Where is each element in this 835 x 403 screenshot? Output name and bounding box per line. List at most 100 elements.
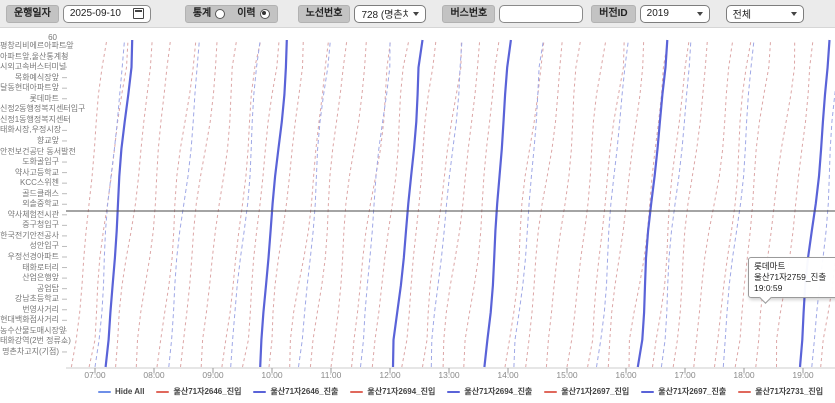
- trip-line-울산71자2646_진입[interactable]: [201, 40, 236, 367]
- legend-item[interactable]: 울산71자2694_진출: [447, 386, 532, 397]
- date-label: 운행일자: [6, 5, 59, 23]
- legend-label: 울산71자2697_진출: [658, 386, 726, 397]
- chevron-down-icon: [697, 12, 703, 16]
- legend-item[interactable]: Hide All: [98, 387, 144, 396]
- trip-line-울산71자2731_진입[interactable]: [608, 40, 643, 367]
- route-select-value: 728 (명촌차고지(2: [361, 6, 408, 21]
- x-axis-time-label: 09:00: [196, 370, 230, 380]
- trip-line-울산71자2759_진출[interactable]: [638, 40, 668, 367]
- date-input[interactable]: 2025-09-10: [63, 5, 151, 23]
- trip-line-울산71자2694_진입[interactable]: [331, 40, 366, 367]
- trip-line-울산71자2646_진입[interactable]: [89, 40, 128, 367]
- bus-number-label: 버스번호: [442, 5, 495, 23]
- stat-radio-label: 통계: [193, 9, 211, 19]
- trip-line-울산71자2759_진출[interactable]: [393, 40, 423, 367]
- trip-line-울산71자2646_진입[interactable]: [756, 40, 795, 367]
- trip-line-울산71자2731_진출[interactable]: [299, 40, 331, 367]
- trip-line-울산71자2694_진입[interactable]: [673, 40, 707, 367]
- legend-item[interactable]: 울산71자2694_진입: [350, 386, 435, 397]
- trip-line-울산71자2731_진입[interactable]: [715, 40, 752, 367]
- tooltip-series: 울산71자2759_진출: [754, 272, 835, 283]
- legend-label: 울산71자2646_진출: [270, 386, 338, 397]
- legend-item[interactable]: 울산71자2646_진출: [253, 386, 338, 397]
- trip-lines: [71, 40, 835, 367]
- bus-number-input[interactable]: [499, 5, 583, 23]
- x-axis-time-label: 14:00: [491, 370, 525, 380]
- hover-tooltip: 롯데마트 울산71자2759_진출 19:0:59: [748, 257, 835, 298]
- trip-line-울산71자2731_진입[interactable]: [269, 40, 303, 367]
- legend-item[interactable]: 울산71자2646_진입: [156, 386, 241, 397]
- y-axis-ticks: [62, 46, 67, 352]
- mode-radio-group: 통계 이력: [185, 5, 278, 23]
- chevron-down-icon: [791, 12, 797, 16]
- trip-line-울산71자2759_진입[interactable]: [526, 40, 563, 367]
- chevron-down-icon: [413, 12, 419, 16]
- trip-line-울산71자2646_진출[interactable]: [661, 40, 691, 367]
- x-axis-time-label: 15:00: [550, 370, 584, 380]
- trip-line-울산71자2731_진입[interactable]: [372, 40, 409, 367]
- bus-operation-history-page: 운행일자 2025-09-10 통계 이력 노선번호 728 (명촌차고지(2 …: [0, 0, 835, 403]
- legend-item[interactable]: 울산71자2731_진입: [738, 386, 823, 397]
- trip-line-울산71자2646_진출[interactable]: [361, 40, 391, 367]
- x-axis-time-label: 17:00: [668, 370, 702, 380]
- legend-label: 울산71자2646_진입: [173, 386, 241, 397]
- trip-line-울산71자2759_진입[interactable]: [181, 40, 218, 367]
- trip-line-울산71자2694_진입[interactable]: [116, 40, 153, 367]
- trip-line-울산71자2697_진입[interactable]: [136, 40, 170, 367]
- tooltip-stop: 롯데마트: [754, 261, 835, 272]
- trip-line-울산71자2697_진출[interactable]: [231, 40, 261, 367]
- legend-label: 울산71자2694_진출: [464, 386, 532, 397]
- trip-line-울산71자2759_진출[interactable]: [800, 40, 830, 367]
- trip-line-울산71자2759_진출[interactable]: [484, 40, 511, 367]
- x-axis-time-label: 16:00: [609, 370, 643, 380]
- trip-line-울산71자2646_진입[interactable]: [423, 40, 462, 367]
- legend-line-icon: [98, 391, 111, 393]
- trip-line-울산71자2697_진입[interactable]: [352, 40, 391, 367]
- trip-line-울산71자2694_진입[interactable]: [443, 40, 480, 367]
- legend-line-icon: [350, 391, 363, 393]
- trip-line-울산71자2697_진출[interactable]: [514, 40, 544, 367]
- date-value: 2025-09-10: [70, 8, 121, 19]
- trip-line-울산71자2694_진출[interactable]: [169, 40, 200, 367]
- scope-select-value: 전체: [733, 6, 751, 21]
- history-radio-label: 이력: [237, 9, 255, 19]
- x-axis-time-label: 10:00: [255, 370, 289, 380]
- stat-radio[interactable]: [215, 9, 225, 19]
- trip-line-울산71자2646_진입[interactable]: [653, 40, 690, 367]
- trip-line-울산71자2694_진입[interactable]: [567, 40, 606, 367]
- legend: Hide All 울산71자2646_진입 울산71자2646_진출 울산71자269…: [0, 386, 835, 397]
- trip-line-울산71자2759_진입[interactable]: [402, 40, 436, 367]
- trip-line-울산71자2759_진출[interactable]: [260, 40, 287, 367]
- legend-label: Hide All: [115, 387, 144, 396]
- trip-line-울산71자2697_진입[interactable]: [588, 40, 625, 367]
- trip-line-울산71자2759_진입[interactable]: [290, 40, 329, 367]
- trip-line-울산71자2694_진출[interactable]: [431, 40, 462, 367]
- legend-line-icon: [738, 391, 751, 393]
- plot-area[interactable]: [0, 28, 835, 380]
- trip-line-울산71자2694_진입[interactable]: [777, 40, 814, 367]
- legend-item[interactable]: 울산71자2697_진입: [544, 386, 629, 397]
- trip-line-울산71자2694_진입[interactable]: [222, 40, 261, 367]
- route-select[interactable]: 728 (명촌차고지(2: [354, 5, 426, 23]
- x-axis-time-label: 12:00: [373, 370, 407, 380]
- history-radio[interactable]: [260, 9, 270, 19]
- version-select[interactable]: 2019: [640, 5, 710, 23]
- x-axis-time-label: 11:00: [314, 370, 348, 380]
- legend-line-icon: [544, 391, 557, 393]
- trip-line-울산71자2646_진입[interactable]: [310, 40, 347, 367]
- trip-line-울산71자2694_진출[interactable]: [723, 40, 754, 367]
- trip-line-울산71자2731_진입[interactable]: [157, 40, 196, 367]
- calendar-icon[interactable]: [133, 8, 144, 19]
- trip-line-울산71자2697_진입[interactable]: [464, 40, 499, 367]
- legend-label: 울산71자2694_진입: [367, 386, 435, 397]
- trip-line-울산71자2646_진입[interactable]: [546, 40, 580, 367]
- trip-line-울산71자2731_진출[interactable]: [597, 40, 629, 367]
- trip-line-울산71자2731_진입[interactable]: [505, 40, 544, 367]
- version-select-value: 2019: [647, 8, 669, 19]
- legend-item[interactable]: 울산71자2697_진출: [641, 386, 726, 397]
- version-id-label: 버전ID: [591, 5, 635, 23]
- route-label: 노선번호: [298, 5, 351, 23]
- x-axis-time-label: 13:00: [432, 370, 466, 380]
- scope-select[interactable]: 전체: [726, 5, 804, 23]
- legend-line-icon: [253, 391, 266, 393]
